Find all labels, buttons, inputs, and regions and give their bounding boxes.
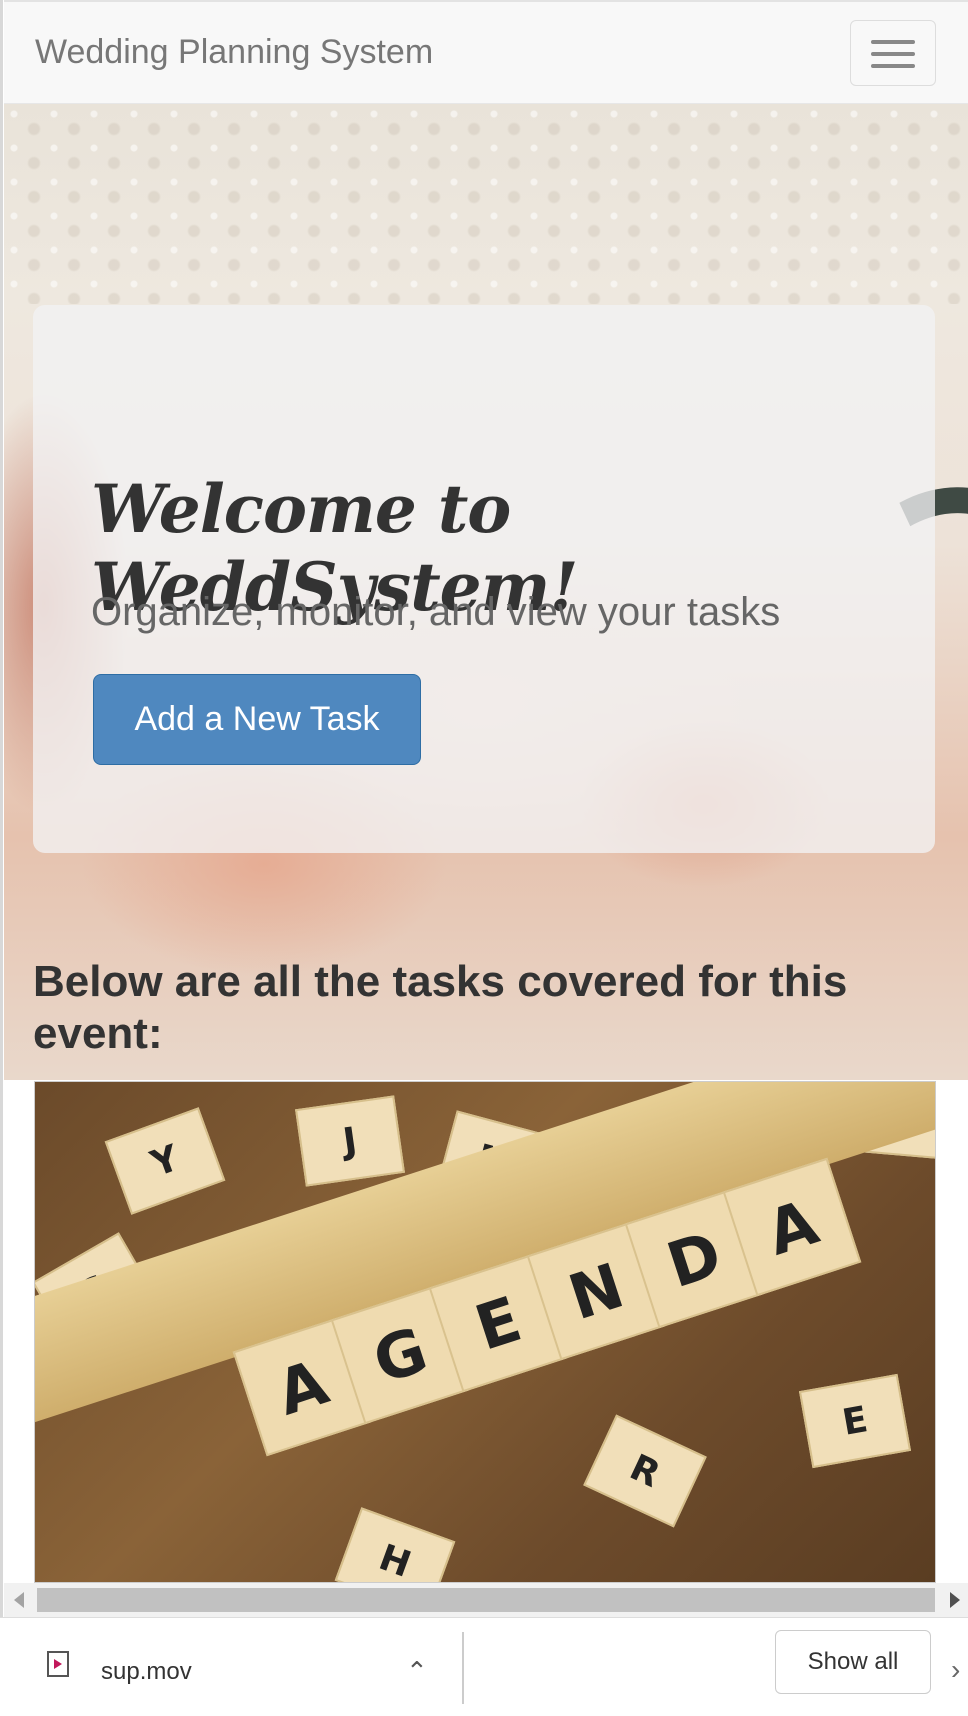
chevron-right-icon[interactable]: › (951, 1654, 960, 1686)
video-file-icon[interactable] (47, 1651, 69, 1677)
download-filename[interactable]: sup.mov (101, 1658, 192, 1686)
agenda-image: Y J M F R S E E R H A G E N D A (34, 1081, 936, 1583)
navbar-toggle-button[interactable] (850, 20, 936, 86)
horizontal-scrollbar[interactable] (4, 1583, 968, 1617)
chevron-up-icon[interactable]: ⌃ (406, 1656, 428, 1687)
scroll-right-icon[interactable] (950, 1592, 960, 1608)
tasks-heading: Below are all the tasks covered for this… (33, 957, 848, 1058)
hamburger-menu-icon (871, 40, 915, 44)
show-all-button[interactable]: Show all (775, 1630, 931, 1694)
navbar-brand[interactable]: Wedding Planning System (35, 33, 433, 72)
scrollbar-thumb[interactable] (37, 1588, 935, 1612)
navbar: Wedding Planning System (4, 0, 968, 104)
download-bar: sup.mov ⌃ Show all › (0, 1617, 968, 1716)
divider (462, 1632, 464, 1704)
lace-texture (4, 104, 968, 304)
add-task-button[interactable]: Add a New Task (93, 674, 421, 765)
scroll-left-icon[interactable] (14, 1592, 24, 1608)
hero-subtitle: Organize, monitor, and view your tasks (91, 590, 781, 634)
